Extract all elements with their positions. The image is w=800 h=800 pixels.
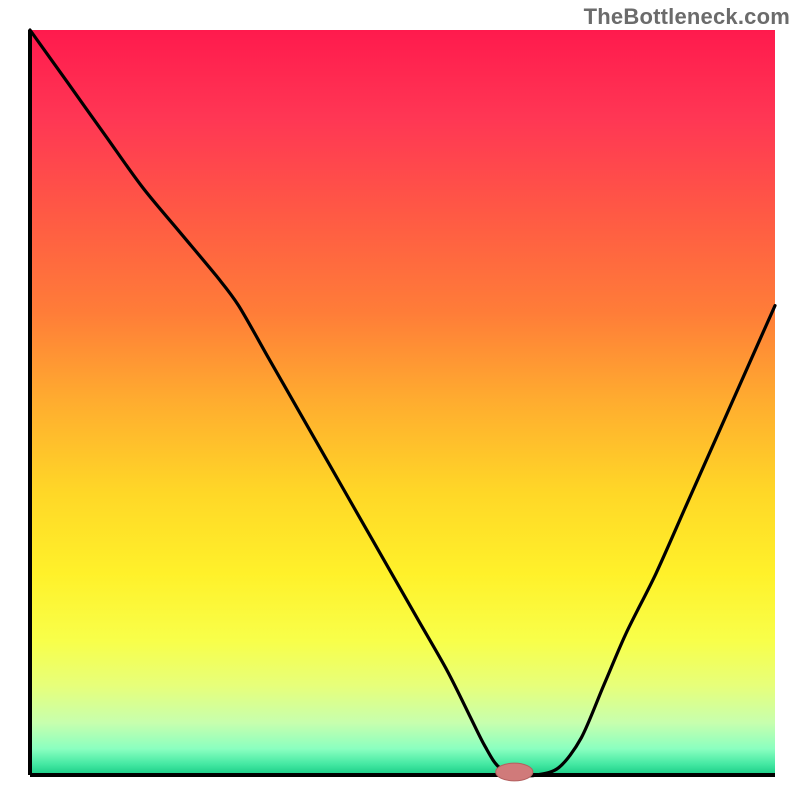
plot-background bbox=[30, 30, 775, 775]
optimal-point-marker bbox=[496, 763, 533, 781]
bottleneck-chart bbox=[0, 0, 800, 800]
chart-container: TheBottleneck.com bbox=[0, 0, 800, 800]
watermark-text: TheBottleneck.com bbox=[584, 4, 790, 30]
